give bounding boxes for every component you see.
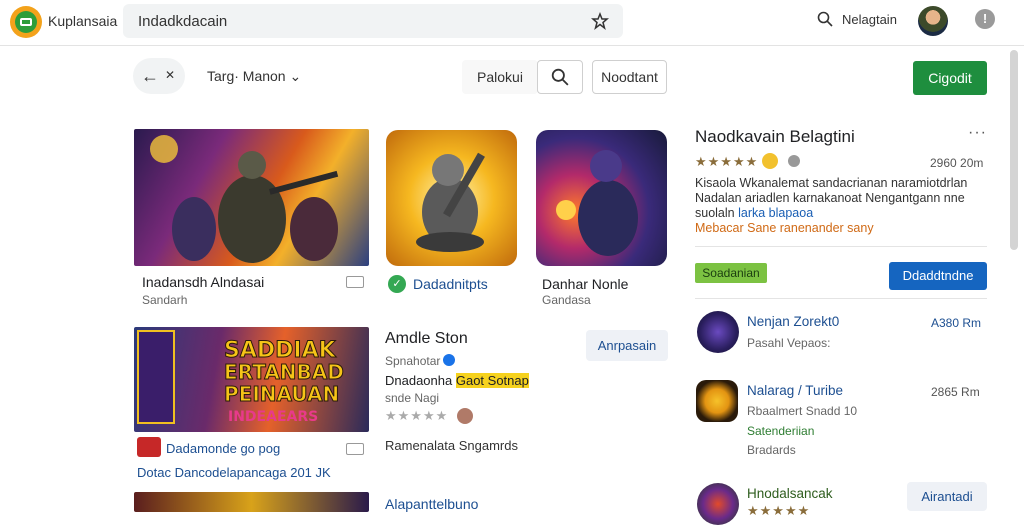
detail-title: Naodkavain Belagtini <box>695 127 855 146</box>
related-app-icon[interactable] <box>697 483 739 525</box>
related-app-name[interactable]: Nenjan Zorekt0 <box>747 314 839 329</box>
featured-footer-link[interactable]: Dadamonde go pog <box>166 441 280 456</box>
related-action-button[interactable]: Airantadi <box>907 482 987 511</box>
banner-line-2: ERTANBAD <box>224 360 344 384</box>
card-title[interactable]: Dadadnitpts <box>413 276 488 292</box>
next-title[interactable]: Alapanttelbuno <box>385 496 478 512</box>
knight-game-icon[interactable] <box>386 130 517 266</box>
featured-title[interactable]: Amdle Ston <box>385 330 468 348</box>
rating-stars: ★★★★★ <box>385 408 449 423</box>
warrior-game-icon[interactable] <box>536 130 667 266</box>
highlight-tag: Gaot Sotnap <box>455 373 529 388</box>
featured-line-1: Spnahotar <box>385 354 441 368</box>
featured-action-button[interactable]: Anrpasain <box>586 330 668 361</box>
related-app-sub2: Satenderiian <box>747 424 815 438</box>
card-title[interactable]: Danhar Nonle <box>542 276 628 292</box>
top-bar: Kuplansaia Indadkdacain Nelagtain ! <box>0 0 1024 46</box>
related-app-sub: Rbaalmert Snadd 10 <box>747 404 858 418</box>
back-arrow-icon: ← <box>141 66 159 86</box>
status-badge: Soadanian <box>695 263 767 283</box>
info-icon[interactable] <box>788 155 800 167</box>
rating-stars: ★★★★★ <box>695 154 759 169</box>
checkbox-icon[interactable] <box>346 276 364 288</box>
next-banner-image[interactable] <box>134 492 369 512</box>
related-app-icon[interactable] <box>697 311 739 353</box>
search-input[interactable]: Indadkdacain <box>123 4 623 38</box>
category-filter[interactable]: Targ· Manon ⌄ <box>207 68 301 85</box>
featured-line-2: Dnadaonha Gaot Sotnap <box>385 373 529 388</box>
user-name[interactable]: Nelagtain <box>842 12 897 27</box>
app-logo-icon[interactable] <box>10 6 42 38</box>
card-subtitle: Gandasa <box>542 293 591 307</box>
related-app-icon[interactable] <box>696 380 738 422</box>
search-icon <box>551 68 569 86</box>
search-value: Indadkdacain <box>138 13 228 30</box>
verified-check-icon: ✓ <box>388 275 406 293</box>
detail-primary-button[interactable]: Ddaddtndne <box>889 262 987 290</box>
card-title[interactable]: Inadansdh Alndasai <box>142 274 264 290</box>
card-subtitle: Sandarh <box>142 293 188 307</box>
verified-icon <box>443 354 455 366</box>
noodtant-button[interactable]: Noodtant <box>592 60 667 94</box>
primary-green-button[interactable]: Cigodit <box>913 61 987 95</box>
detail-size: 2960 20m <box>930 156 984 170</box>
banner-line-3: PEINAUAN <box>224 382 339 406</box>
related-app-size: 2865 Rm <box>931 385 980 399</box>
scrollbar[interactable] <box>1010 50 1018 250</box>
featured-footer-sub[interactable]: Dotac Dancodelapancaga 201 JK <box>137 465 331 480</box>
related-app-name[interactable]: Hnodalsancak <box>747 486 833 501</box>
related-app-sub: Pasahl Vepaos: <box>747 336 831 350</box>
related-app-sub3: Bradards <box>747 443 796 457</box>
rating-stars: ★★★★★ <box>747 503 811 518</box>
description-link[interactable]: larka blapaoa <box>738 206 813 220</box>
game-banner-image[interactable] <box>134 129 369 266</box>
emoji-icon <box>762 153 778 169</box>
divider <box>695 298 987 299</box>
featured-line-3: snde Nagi <box>385 391 440 405</box>
close-icon: ✕ <box>165 68 176 82</box>
more-options-icon[interactable]: ··· <box>968 124 987 142</box>
related-app-name[interactable]: Nalarag / Turibe <box>747 383 843 398</box>
avatar[interactable] <box>918 6 948 36</box>
search-button[interactable] <box>537 60 583 94</box>
checkbox-icon[interactable] <box>346 443 364 455</box>
app-logo-icon <box>137 437 161 457</box>
featured-footer-right: Ramenalata Sngamrds <box>385 438 518 453</box>
detail-description: Kisaola Wkanalemat sandacrianan naramiot… <box>695 176 968 235</box>
search-icon[interactable] <box>817 11 833 27</box>
bookmark-star-icon[interactable] <box>591 12 609 30</box>
divider <box>695 246 987 247</box>
related-app-size: A380 Rm <box>931 316 982 330</box>
brand-name: Kuplansaia <box>48 13 118 29</box>
banner-line-4: INDEAEARS <box>228 409 318 425</box>
info-icon[interactable]: ! <box>975 9 995 29</box>
featured-banner-image[interactable]: SADDIAK ERTANBAD PEINAUAN INDEAEARS <box>134 327 369 432</box>
palokui-button[interactable]: Palokui <box>462 60 538 94</box>
rating-badge-icon <box>457 408 473 424</box>
back-button[interactable]: ← ✕ <box>133 58 185 94</box>
